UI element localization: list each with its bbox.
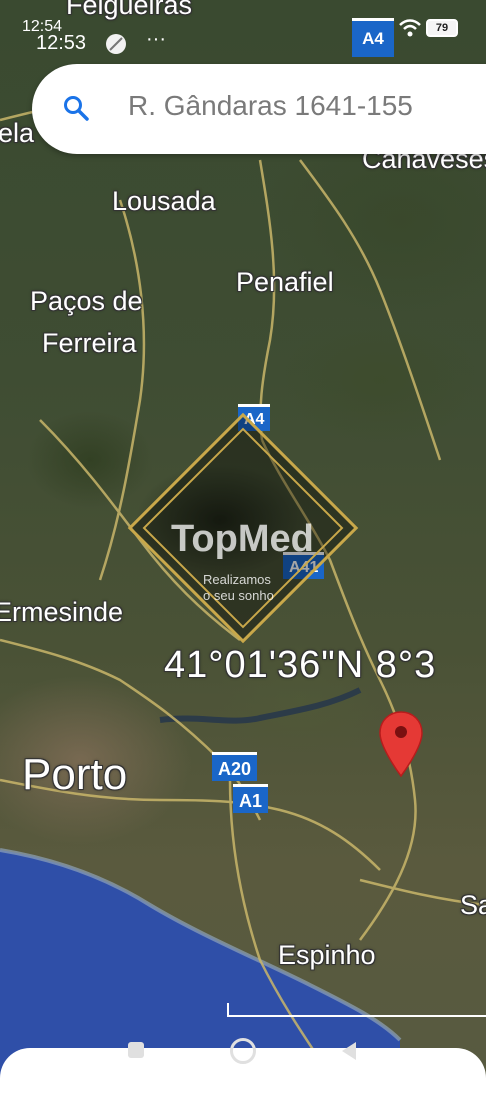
- place-label-porto: Porto: [22, 750, 128, 799]
- watermark-tagline-line2: o seu sonho: [203, 588, 274, 603]
- home-button[interactable]: [230, 1038, 256, 1064]
- status-more-dots: ···: [146, 28, 166, 50]
- place-label-pacos-line1: Paços de: [30, 286, 143, 316]
- place-label-pacos-line2: Ferreira: [42, 328, 137, 358]
- battery-icon: 79: [426, 19, 458, 37]
- topmed-watermark: TopMed Realizamos o seu sonho: [125, 410, 361, 646]
- recents-button[interactable]: [128, 1042, 144, 1058]
- coordinates-label: 41°01'36"N 8°3: [164, 644, 437, 686]
- road-shield-a1: A1: [233, 784, 269, 813]
- search-bar[interactable]: R. Gândaras 1641-155: [32, 64, 486, 154]
- status-moon-icon: [106, 34, 126, 54]
- place-label-lousada: Lousada: [112, 186, 216, 216]
- back-button[interactable]: [338, 1040, 360, 1062]
- satellite-map[interactable]: Felgueiras ela Canaveses Lousada Penafie…: [0, 0, 486, 1080]
- system-nav-bar: [0, 1032, 486, 1072]
- wifi-icon: [399, 19, 421, 37]
- search-icon[interactable]: [62, 94, 90, 122]
- status-road-badge: A4: [352, 18, 394, 57]
- place-label-ermesinde: Ermesinde: [0, 597, 124, 627]
- place-label-ela: ela: [0, 118, 35, 148]
- place-label-espinho: Espinho: [278, 940, 376, 970]
- status-time-secondary: 12:53: [36, 32, 87, 54]
- place-label-penafiel: Penafiel: [236, 267, 334, 297]
- watermark-brand: TopMed: [171, 518, 314, 560]
- search-input[interactable]: R. Gândaras 1641-155: [128, 90, 413, 122]
- road-shield-a20: A20: [212, 752, 258, 781]
- watermark-tagline-line1: Realizamos: [203, 572, 271, 587]
- location-pin-icon[interactable]: [378, 710, 424, 778]
- status-bar: 12:54 12:53 ··· A4 79: [0, 0, 486, 57]
- place-label-sa: Sa: [460, 890, 486, 920]
